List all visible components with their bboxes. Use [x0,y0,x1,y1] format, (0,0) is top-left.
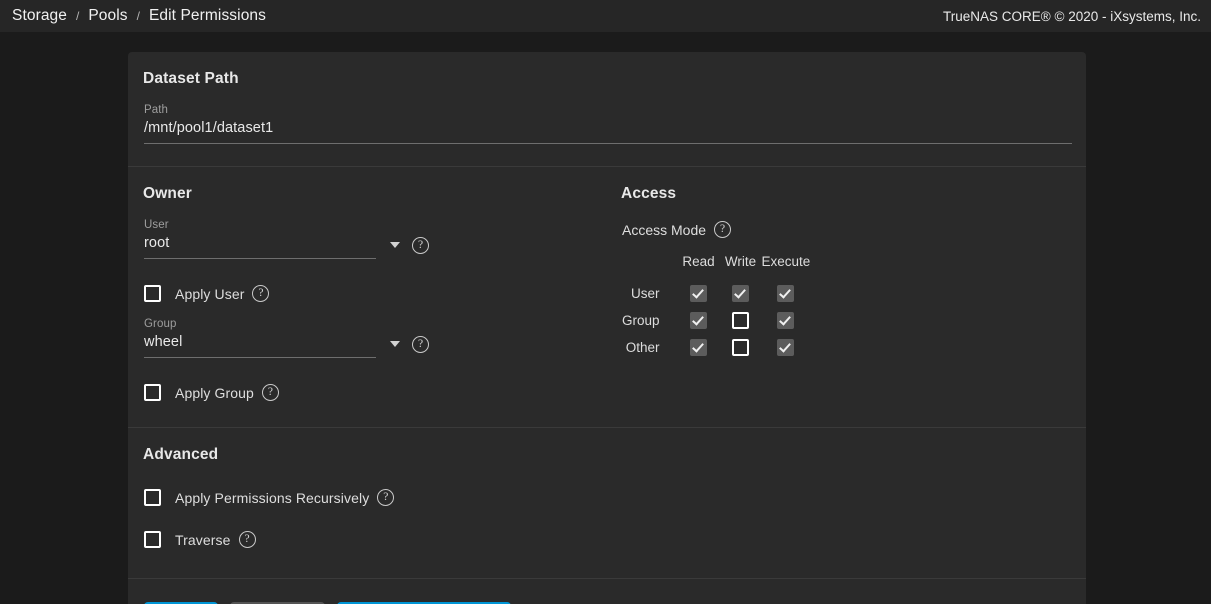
checkbox-user-execute[interactable] [777,285,794,302]
access-section: Access Access Mode ? Read Write Execute [609,185,1070,401]
access-mode-row: Access Mode ? [622,221,1070,238]
help-circle-icon-traverse[interactable]: ? [239,531,256,548]
top-bar: Storage / Pools / Edit Permissions TrueN… [0,0,1211,32]
permissions-header-row: Read Write Execute [622,254,810,280]
checkbox-group-read[interactable] [690,312,707,329]
dataset-path-title: Dataset Path [143,70,1070,88]
group-underline [144,357,376,358]
permissions-corner-cell [622,254,678,280]
advanced-title: Advanced [143,446,1070,464]
apply-group-label: Apply Group [175,385,254,401]
path-underline [144,143,1072,144]
apply-user-row[interactable]: Apply User ? [144,285,609,302]
column-header-read: Read [678,254,720,280]
apply-group-row[interactable]: Apply Group ? [144,384,609,401]
user-select-row: User root ? [144,219,609,259]
owner-title: Owner [143,185,609,203]
permissions-table: Read Write Execute User G [622,254,810,361]
breadcrumb-item-storage[interactable]: Storage [12,7,67,25]
checkbox-other-execute[interactable] [777,339,794,356]
dataset-path-section: Dataset Path [128,52,1086,88]
column-header-execute: Execute [762,254,811,280]
access-title: Access [621,185,1070,203]
perm-cell-other-write[interactable] [720,334,762,361]
apply-user-checkbox[interactable] [144,285,161,302]
checkbox-other-write[interactable] [732,339,749,356]
checkbox-user-read[interactable] [690,285,707,302]
group-select[interactable]: Group wheel [144,318,376,358]
checkbox-other-read[interactable] [690,339,707,356]
perm-cell-group-execute[interactable] [762,307,811,334]
row-label-user: User [622,280,678,307]
checkbox-group-write[interactable] [732,312,749,329]
perm-cell-user-read[interactable] [678,280,720,307]
help-circle-icon-group[interactable]: ? [412,336,429,353]
breadcrumb: Storage / Pools / Edit Permissions [12,7,266,25]
table-row: User [622,280,810,307]
row-label-group: Group [622,307,678,334]
perm-cell-other-execute[interactable] [762,334,811,361]
traverse-label: Traverse [175,532,231,548]
apply-group-checkbox[interactable] [144,384,161,401]
help-circle-icon-apply-group[interactable]: ? [262,384,279,401]
breadcrumb-item-edit-permissions[interactable]: Edit Permissions [149,7,266,25]
page-body: Dataset Path Path /mnt/pool1/dataset1 Ow… [0,32,1211,604]
group-select-row: Group wheel ? [144,318,609,358]
copyright-text: TrueNAS CORE® © 2020 - iXsystems, Inc. [943,9,1203,24]
owner-access-row: Owner User root ? Apply User ? [128,167,1086,427]
help-circle-icon-apply-user[interactable]: ? [252,285,269,302]
edit-permissions-card: Dataset Path Path /mnt/pool1/dataset1 Ow… [128,52,1086,604]
row-label-other: Other [622,334,678,361]
user-value: root [144,235,376,251]
group-label: Group [144,318,376,330]
advanced-section: Advanced Apply Permissions Recursively ?… [128,428,1086,578]
breadcrumb-item-pools[interactable]: Pools [88,7,127,25]
perm-cell-group-read[interactable] [678,307,720,334]
chevron-down-icon[interactable] [390,341,400,347]
path-input[interactable]: /mnt/pool1/dataset1 [144,120,1070,136]
perm-cell-user-write[interactable] [720,280,762,307]
checkbox-group-execute[interactable] [777,312,794,329]
checkbox-user-write[interactable] [732,285,749,302]
perm-cell-user-execute[interactable] [762,280,811,307]
user-underline [144,258,376,259]
table-row: Other [622,334,810,361]
help-circle-icon-user[interactable]: ? [412,237,429,254]
chevron-down-icon[interactable] [390,242,400,248]
user-select[interactable]: User root [144,219,376,259]
breadcrumb-separator: / [137,9,140,23]
table-row: Group [622,307,810,334]
apply-user-label: Apply User [175,286,244,302]
breadcrumb-separator: / [76,9,79,23]
perm-cell-other-read[interactable] [678,334,720,361]
user-label: User [144,219,376,231]
traverse-row[interactable]: Traverse ? [144,531,1070,548]
apply-recursively-row[interactable]: Apply Permissions Recursively ? [144,489,1070,506]
access-mode-label: Access Mode [622,222,706,238]
owner-section: Owner User root ? Apply User ? [144,185,609,401]
apply-recursively-checkbox[interactable] [144,489,161,506]
button-bar: SAVE CANCEL USE ACL MANAGER [128,579,1086,604]
help-circle-icon-access-mode[interactable]: ? [714,221,731,238]
apply-recursively-label: Apply Permissions Recursively [175,490,369,506]
column-header-write: Write [720,254,762,280]
group-value: wheel [144,334,376,350]
path-label: Path [144,104,1070,116]
traverse-checkbox[interactable] [144,531,161,548]
path-field-wrapper: Path /mnt/pool1/dataset1 [128,88,1086,166]
help-circle-icon-recursive[interactable]: ? [377,489,394,506]
perm-cell-group-write[interactable] [720,307,762,334]
